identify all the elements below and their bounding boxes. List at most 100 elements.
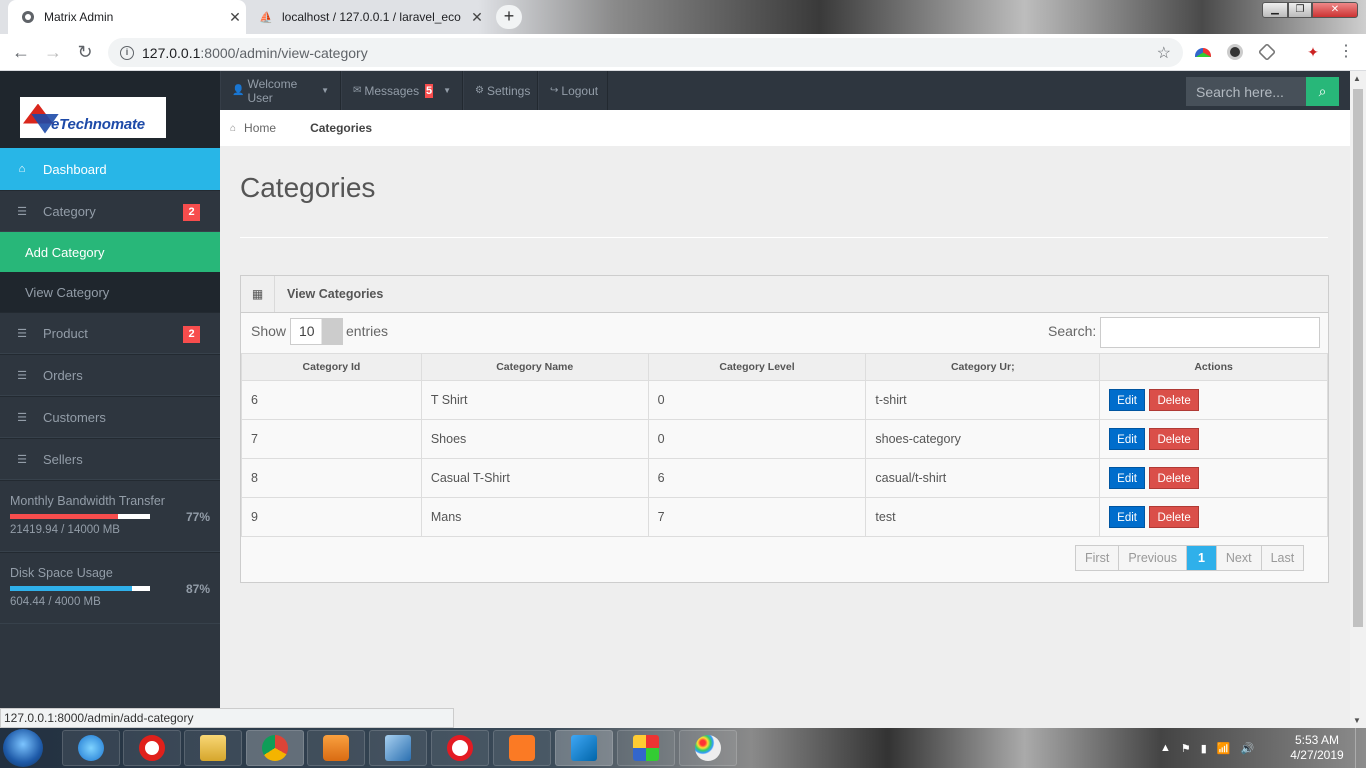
col-header-actions[interactable]: Actions [1099,353,1328,381]
opera-icon [139,735,165,761]
taskbar-virtualbox[interactable] [369,730,427,766]
info-icon[interactable]: i [120,45,134,60]
forward-arrow-icon[interactable]: → [40,40,66,66]
sidebar-subitem-view-category[interactable]: View Category [0,272,220,312]
close-tab-icon[interactable]: ✕ [224,9,246,26]
delete-button[interactable]: Delete [1149,506,1199,528]
windows-start-button[interactable] [3,729,43,767]
cell-name: T Shirt [420,380,649,420]
cube-icon [385,735,411,761]
taskbar-xampp[interactable] [493,730,551,766]
address-bar[interactable]: i 127.0.0.1:8000/admin/view-category ☆ [108,38,1183,67]
browser-tab-strip: Matrix Admin ✕ ⛵ localhost / 127.0.0.1 /… [0,0,1366,34]
media-player-icon [323,735,349,761]
extension-camera-icon[interactable] [1227,44,1243,60]
reload-icon[interactable]: ↻ [72,40,98,66]
tab-title: localhost / 127.0.0.1 / laravel_eco [282,10,461,24]
welcome-user-dropdown[interactable]: 👤 Welcome User ▼ [220,71,341,110]
messages-dropdown[interactable]: ✉ Messages 5 ▼ [341,71,463,110]
maximize-icon[interactable]: ❐ [1288,2,1312,18]
new-tab-button[interactable]: + [496,5,522,29]
sidebar-item-dashboard[interactable]: ⌂ Dashboard [0,148,220,190]
cell-actions: Edit Delete [1099,497,1328,537]
edit-button[interactable]: Edit [1109,389,1145,411]
page-last-button[interactable]: Last [1262,546,1304,570]
edit-button[interactable]: Edit [1109,506,1145,528]
network-signal-icon[interactable]: 📶 [1217,742,1231,755]
entries-length-select[interactable]: 10 [290,318,343,345]
etechnomate-logo[interactable]: eTechnomate [20,97,166,138]
edit-button[interactable]: Edit [1109,467,1145,489]
delete-button[interactable]: Delete [1149,389,1199,411]
windows-taskbar: ▲ ⚑ ▮ 📶 🔊 5:53 AM 4/27/2019 [0,728,1366,768]
back-arrow-icon[interactable]: ← [8,40,34,66]
table-search-input[interactable] [1100,317,1320,348]
cell-level: 7 [647,497,867,537]
home-icon: ⌂ [230,122,237,134]
breadcrumb-current[interactable]: Categories [310,121,372,135]
delete-button[interactable]: Delete [1149,467,1199,489]
delete-button[interactable]: Delete [1149,428,1199,450]
system-tray: ▲ ⚑ ▮ 📶 🔊 [1160,728,1264,768]
extension-rainbow-icon[interactable] [1195,48,1211,57]
settings-link[interactable]: ⚙ Settings [463,71,538,110]
sidebar-item-sellers[interactable]: ☰ Sellers [0,438,220,480]
cell-id: 6 [241,380,422,420]
search-button[interactable]: ⌕ [1306,77,1339,106]
show-desktop-button[interactable] [1355,728,1366,768]
admin-app: eTechnomate ⌂ Dashboard ☰ Category 2 Add… [0,71,1350,728]
sidebar-item-category[interactable]: ☰ Category 2 [0,190,220,232]
bookmark-star-icon[interactable]: ☆ [1157,43,1171,63]
taskbar-app-colorful[interactable] [617,730,675,766]
cell-level: 6 [647,458,867,498]
top-navbar: 👤 Welcome User ▼ ✉ Messages 5 ▼ ⚙ Settin… [220,71,1350,110]
taskbar-chrome[interactable] [246,730,304,766]
close-window-icon[interactable]: ✕ [1312,2,1358,18]
sidebar-item-customers[interactable]: ☰ Customers [0,396,220,438]
breadcrumb-home-label: Home [244,121,277,135]
scroll-up-icon[interactable]: ▲ [1353,74,1361,83]
battery-icon[interactable]: ▮ [1201,742,1207,755]
col-header-category-id[interactable]: Category Id [241,353,422,381]
welcome-label: Welcome User [247,76,298,105]
col-header-category-level[interactable]: Category Level [647,353,867,381]
col-header-category-url[interactable]: Category Ur; [865,353,1101,381]
minimize-icon[interactable]: ▁ [1262,2,1288,18]
action-center-flag-icon[interactable]: ⚑ [1181,742,1191,755]
logout-link[interactable]: ↪ Logout [538,71,608,110]
caret-down-icon: ▼ [321,86,329,95]
user-icon: 👤 [232,85,245,96]
col-header-category-name[interactable]: Category Name [420,353,649,381]
page-next-button[interactable]: Next [1217,546,1262,570]
taskbar-paint[interactable] [679,730,737,766]
sidebar-item-orders[interactable]: ☰ Orders [0,354,220,396]
page-current-button[interactable]: 1 [1186,546,1217,570]
taskbar-opera[interactable] [123,730,181,766]
page-first-button[interactable]: First [1076,546,1120,570]
taskbar-yandex[interactable] [431,730,489,766]
taskbar-media-player[interactable] [307,730,365,766]
taskbar-clock[interactable]: 5:53 AM 4/27/2019 [1286,733,1348,763]
page-previous-button[interactable]: Previous [1119,546,1187,570]
close-tab-icon[interactable]: ✕ [466,9,488,26]
edit-button[interactable]: Edit [1109,428,1145,450]
extension-star-icon[interactable]: ✦ [1305,44,1321,60]
page-scrollbar[interactable]: ▲ ▼ [1350,71,1366,728]
taskbar-vscode[interactable] [555,730,613,766]
list-icon: ☰ [17,327,27,340]
sidebar-item-product[interactable]: ☰ Product 2 [0,312,220,354]
breadcrumb-home[interactable]: ⌂ Home [230,121,276,135]
scrollbar-thumb[interactable] [1353,89,1363,627]
cell-url: casual/t-shirt [865,458,1101,498]
browser-tab-phpmyadmin[interactable]: ⛵ localhost / 127.0.0.1 / laravel_eco ✕ [250,0,488,34]
sidebar-subitem-add-category[interactable]: Add Category [0,232,220,272]
browser-tab-matrix-admin[interactable]: Matrix Admin ✕ [8,0,246,34]
tray-expand-icon[interactable]: ▲ [1160,742,1171,754]
extension-cube-icon[interactable] [1257,42,1277,62]
volume-icon[interactable]: 🔊 [1241,742,1255,755]
taskbar-explorer[interactable] [184,730,242,766]
taskbar-ie[interactable] [62,730,120,766]
scroll-down-icon[interactable]: ▼ [1353,716,1361,725]
top-search-input[interactable]: Search here... [1186,77,1306,106]
browser-menu-icon[interactable]: ⋮ [1338,42,1354,62]
